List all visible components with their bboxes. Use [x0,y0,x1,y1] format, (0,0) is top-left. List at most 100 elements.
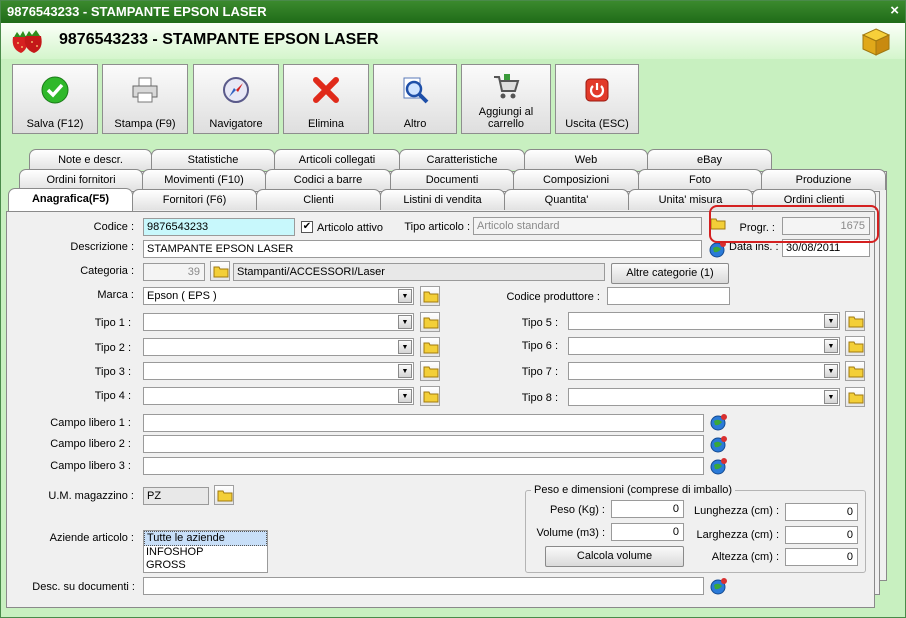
tab-caratteristiche[interactable]: Caratteristiche [399,149,525,170]
save-label: Salva (F12) [26,118,84,130]
categoria-folder-button[interactable] [210,261,230,281]
tipo2-select[interactable]: ▼ [143,338,414,356]
magnifier-icon [403,77,429,104]
lunghezza-input[interactable]: 0 [785,503,858,521]
tipo-articolo-input[interactable]: Articolo standard [473,217,702,235]
chevron-down-icon[interactable]: ▼ [824,390,838,404]
campo-libero-1-input[interactable] [143,414,704,432]
calcola-volume-button[interactable]: Calcola volume [545,546,684,567]
um-magazzino-input[interactable]: PZ [143,487,209,505]
power-icon [585,78,609,102]
tipo6-select[interactable]: ▼ [568,337,840,355]
folder-icon [848,366,864,378]
descrizione-input[interactable]: STAMPANTE EPSON LASER [143,240,702,258]
tab-clienti[interactable]: Clienti [256,189,381,210]
chevron-down-icon[interactable]: ▼ [398,340,412,354]
codice-input[interactable]: 9876543233 [143,218,295,236]
list-item[interactable]: Tutte le aziende [144,531,267,546]
folder-icon [423,291,439,303]
tab-note-descr[interactable]: Note e descr. [29,149,152,170]
tab-anagrafica[interactable]: Anagrafica(F5) [8,188,133,211]
translate-globe-icon[interactable] [708,434,730,454]
tab-codici-a-barre[interactable]: Codici a barre [265,169,391,190]
um-folder-button[interactable] [214,485,234,505]
tipo2-folder-button[interactable] [420,337,440,357]
chevron-down-icon[interactable]: ▼ [824,339,838,353]
tipo8-folder-button[interactable] [845,387,865,407]
chevron-down-icon[interactable]: ▼ [398,364,412,378]
chevron-down-icon[interactable]: ▼ [398,289,412,303]
aziende-articolo-label: Aziende articolo : [49,532,134,544]
tipo4-folder-button[interactable] [420,386,440,406]
altezza-input[interactable]: 0 [785,548,858,566]
delete-label: Elimina [307,118,345,130]
codice-produttore-input[interactable] [607,287,730,305]
volume-label: Volume (m3) : [536,527,605,539]
translate-globe-icon[interactable] [708,412,730,432]
peso-dimensioni-title: Peso e dimensioni (comprese di imballo) [531,484,736,496]
tab-web[interactable]: Web [524,149,648,170]
tipo1-folder-button[interactable] [420,312,440,332]
exit-button[interactable]: Uscita (ESC) [555,64,639,134]
tipo5-select[interactable]: ▼ [568,312,840,330]
title-bar: 9876543233 - STAMPANTE EPSON LASER × [1,1,905,23]
tab-ordini-fornitori[interactable]: Ordini fornitori [19,169,143,190]
tipo4-select[interactable]: ▼ [143,387,414,405]
tipo5-folder-button[interactable] [845,311,865,331]
peso-input[interactable]: 0 [611,500,684,518]
tab-documenti[interactable]: Documenti [390,169,514,190]
lunghezza-label: Lunghezza (cm) : [694,505,779,517]
add-to-cart-button[interactable]: Aggiungi al carrello [461,64,551,134]
chevron-down-icon[interactable]: ▼ [824,364,838,378]
chevron-down-icon[interactable]: ▼ [398,315,412,329]
tab-quantita[interactable]: Quantita' [504,189,629,210]
print-button[interactable]: Stampa (F9) [102,64,188,134]
desc-documenti-input[interactable] [143,577,704,595]
tab-listini-di-vendita[interactable]: Listini di vendita [380,189,505,210]
tab-foto[interactable]: Foto [638,169,762,190]
tab-ebay[interactable]: eBay [647,149,772,170]
close-button[interactable]: × [890,3,899,19]
tipo7-label: Tipo 7 : [521,366,558,378]
categoria-number-input[interactable]: 39 [143,263,205,281]
translate-globe-icon[interactable] [708,456,730,476]
tipo7-folder-button[interactable] [845,361,865,381]
tipo5-label: Tipo 5 : [521,317,558,329]
tab-produzione[interactable]: Produzione [761,169,886,190]
tipo1-label: Tipo 1 : [94,317,131,329]
chevron-down-icon[interactable]: ▼ [824,314,838,328]
save-button[interactable]: Salva (F12) [12,64,98,134]
volume-input[interactable]: 0 [611,523,684,541]
marca-folder-button[interactable] [420,286,440,306]
tipo1-select[interactable]: ▼ [143,313,414,331]
articolo-attivo-checkbox[interactable]: ✔ [301,221,313,233]
other-button[interactable]: Altro [373,64,457,134]
tab-composizioni[interactable]: Composizioni [513,169,639,190]
delete-button[interactable]: Elimina [283,64,369,134]
translate-globe-icon[interactable] [708,576,730,596]
larghezza-input[interactable]: 0 [785,526,858,544]
campo-libero-3-input[interactable] [143,457,704,475]
tab-movimenti[interactable]: Movimenti (F10) [142,169,266,190]
list-item[interactable]: GROSS [144,559,267,572]
tipo7-select[interactable]: ▼ [568,362,840,380]
tab-statistiche[interactable]: Statistiche [151,149,275,170]
folder-icon [217,490,233,502]
tab-articoli-collegati[interactable]: Articoli collegati [274,149,400,170]
tipo8-select[interactable]: ▼ [568,388,840,406]
navigator-button[interactable]: Navigatore [193,64,279,134]
altre-categorie-button[interactable]: Altre categorie (1) [611,263,729,284]
marca-select[interactable]: Epson ( EPS ) ▼ [143,287,414,305]
campo-libero-2-input[interactable] [143,435,704,453]
tipo8-label: Tipo 8 : [521,392,558,404]
chevron-down-icon[interactable]: ▼ [398,389,412,403]
folder-icon [848,341,864,353]
folder-icon [848,392,864,404]
aziende-listbox[interactable]: Tutte le aziende INFOSHOP GROSS [143,530,268,573]
tab-fornitori[interactable]: Fornitori (F6) [132,189,257,210]
list-item[interactable]: INFOSHOP [144,546,267,559]
tipo3-folder-button[interactable] [420,361,440,381]
tipo3-select[interactable]: ▼ [143,362,414,380]
tipo6-folder-button[interactable] [845,336,865,356]
strawberry-icon [12,30,42,53]
